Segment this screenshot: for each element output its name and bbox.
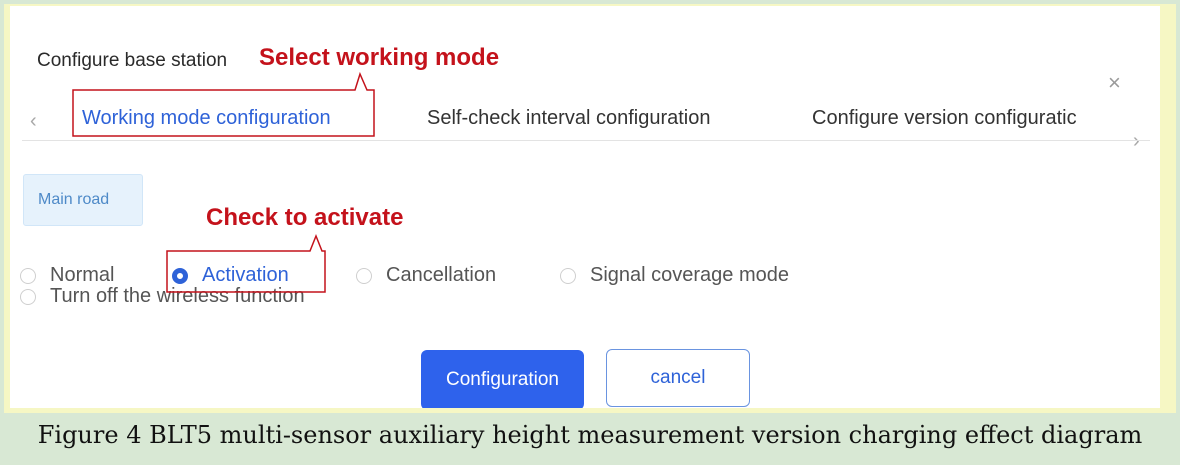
select-mode-annotation: Select working mode [259,44,500,71]
select-mode-callout-box [72,71,375,137]
figure-caption: Figure 4 BLT5 multi-sensor auxiliary hei… [37,421,1143,449]
configure-dialog: Configure base station × ‹ Working mode … [10,6,1160,408]
check-activate-annotation: Check to activate [206,204,404,231]
annotation-callouts [72,71,375,293]
activation-callout-box [166,233,326,293]
